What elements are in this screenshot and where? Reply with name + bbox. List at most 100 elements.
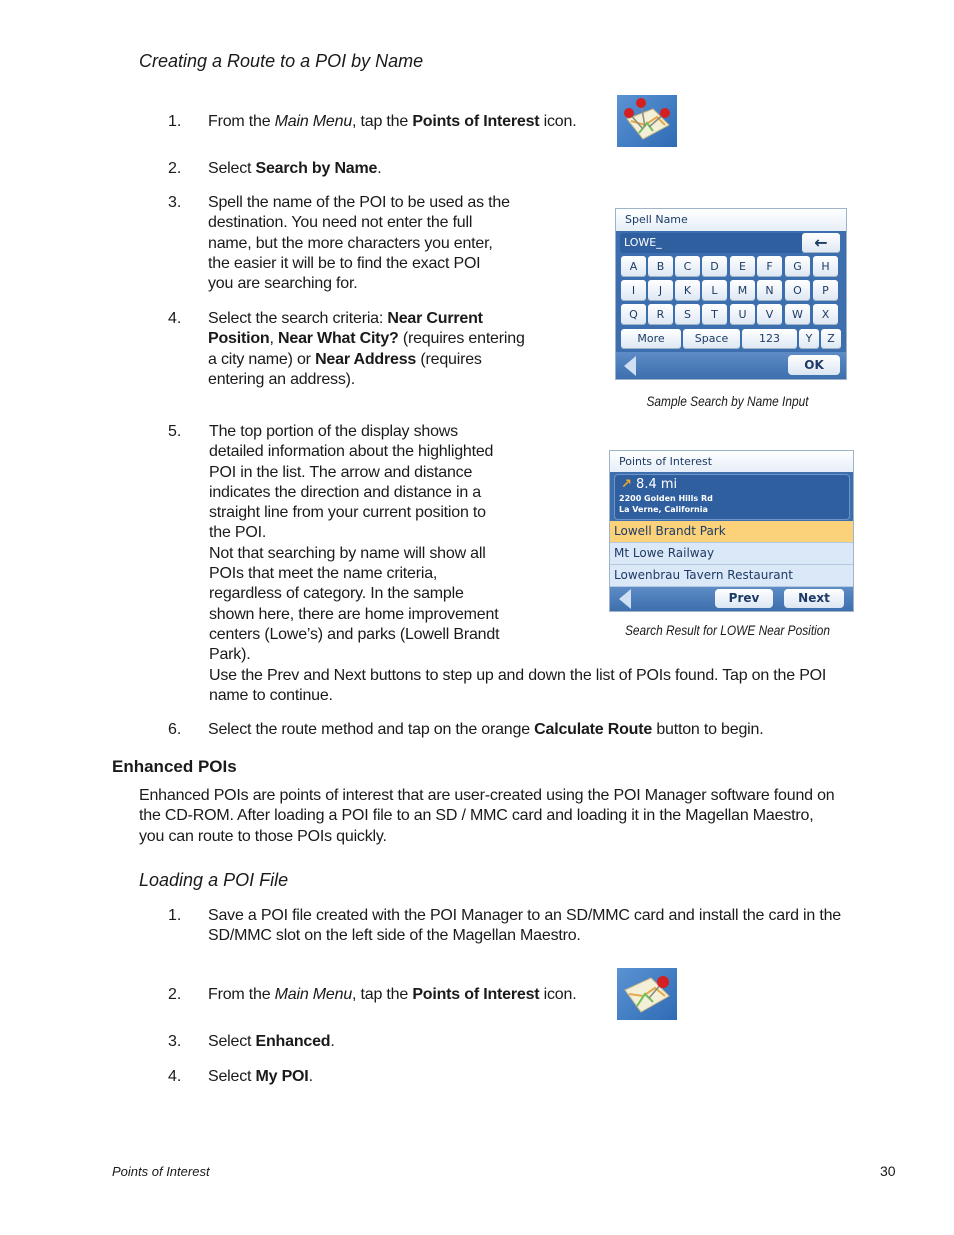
step-text: Save a POI file created with the POI Man… bbox=[208, 906, 908, 947]
text-line: Position, Near What City? (requires ente… bbox=[208, 329, 548, 349]
step-number: 2. bbox=[168, 160, 182, 177]
key-more[interactable]: More bbox=[621, 329, 681, 349]
key-f[interactable]: F bbox=[757, 256, 782, 277]
backspace-button[interactable]: ← bbox=[802, 233, 840, 253]
text-line: Use the Prev and Next buttons to step up… bbox=[209, 667, 827, 684]
back-arrow-icon[interactable] bbox=[624, 356, 636, 376]
step-text: Select the route method and tap on the o… bbox=[208, 720, 764, 740]
step-number: 5. bbox=[168, 423, 182, 440]
menu-item-name: Points of Interest bbox=[412, 113, 540, 130]
step-number: 2. bbox=[168, 986, 182, 1003]
key-space[interactable]: Space bbox=[683, 329, 740, 349]
section-heading-loading-poi-file: Loading a POI File bbox=[139, 870, 289, 890]
key-123[interactable]: 123 bbox=[742, 329, 797, 349]
step-text: Select Search by Name. bbox=[208, 159, 382, 179]
key-j[interactable]: J bbox=[648, 280, 673, 301]
text-line: straight line from your current position… bbox=[209, 504, 486, 522]
key-x[interactable]: X bbox=[813, 304, 838, 325]
address-line-1: 2200 Golden Hills Rd bbox=[619, 494, 713, 503]
key-c[interactable]: C bbox=[675, 256, 700, 277]
text: , bbox=[269, 330, 279, 348]
key-h[interactable]: H bbox=[813, 256, 838, 277]
section-paragraph: Enhanced POIs are points of interest tha… bbox=[139, 786, 899, 847]
text-line: you can route to those POIs quickly. bbox=[139, 827, 387, 845]
step-number: 4. bbox=[168, 1068, 182, 1085]
option-name: Search by Name bbox=[255, 160, 378, 177]
search-results-screen: Points of Interest ↗ 8.4 mi 2200 Golden … bbox=[609, 450, 854, 612]
step-text: Select the search criteria: Near Current… bbox=[208, 309, 548, 390]
key-y[interactable]: Y bbox=[799, 329, 819, 349]
key-o[interactable]: O bbox=[785, 280, 810, 301]
step-text: Select My POI. bbox=[208, 1067, 313, 1087]
key-k[interactable]: K bbox=[675, 280, 700, 301]
text: Select the route method and tap on the o… bbox=[208, 721, 535, 738]
text-line: detailed information about the highlight… bbox=[209, 443, 494, 461]
page-number: 30 bbox=[880, 1163, 896, 1179]
poi-detail-panel: ↗ 8.4 mi 2200 Golden Hills Rd La Verne, … bbox=[614, 474, 850, 520]
key-e[interactable]: E bbox=[730, 256, 755, 277]
key-g[interactable]: G bbox=[785, 256, 810, 277]
key-b[interactable]: B bbox=[648, 256, 673, 277]
key-a[interactable]: A bbox=[621, 256, 646, 277]
text: From the bbox=[208, 113, 275, 130]
step-number: 6. bbox=[168, 721, 182, 738]
direction-arrow-icon: ↗ bbox=[621, 477, 632, 492]
screen-title: Points of Interest bbox=[610, 451, 853, 472]
poi-list-item-selected[interactable]: Lowell Brandt Park bbox=[610, 521, 853, 543]
key-v[interactable]: V bbox=[757, 304, 782, 325]
next-button[interactable]: Next bbox=[784, 589, 844, 608]
text: Select the search criteria: bbox=[208, 310, 388, 327]
option-name: My POI bbox=[255, 1068, 309, 1085]
option-name: Near Address bbox=[315, 350, 417, 368]
key-d[interactable]: D bbox=[702, 256, 727, 277]
option-name: Position bbox=[208, 330, 270, 348]
key-m[interactable]: M bbox=[730, 280, 755, 301]
text-line: Save a POI file created with the POI Man… bbox=[208, 907, 841, 924]
key-n[interactable]: N bbox=[757, 280, 782, 301]
text-line: entering an address). bbox=[208, 370, 356, 388]
key-z[interactable]: Z bbox=[821, 329, 841, 349]
text-line: Enhanced POIs are points of interest tha… bbox=[139, 787, 835, 804]
key-i[interactable]: I bbox=[621, 280, 646, 301]
back-arrow-icon[interactable] bbox=[619, 589, 631, 609]
points-of-interest-icon bbox=[617, 95, 677, 147]
spell-name-screen: Spell Name LOWE_ ← ABCDEFGH IJKLMNOP QRSTU… bbox=[615, 208, 847, 380]
step-text: Spell the name of the POI to be used as … bbox=[208, 193, 548, 294]
menu-name: Main Menu bbox=[274, 986, 353, 1003]
text-line: you are searching for. bbox=[208, 275, 358, 293]
text: icon. bbox=[539, 113, 577, 130]
key-w[interactable]: W bbox=[785, 304, 810, 325]
text: Select bbox=[208, 1033, 256, 1050]
section-heading-enhanced-pois: Enhanced POIs bbox=[112, 757, 237, 776]
step-text: From the Main Menu, tap the Points of In… bbox=[208, 985, 577, 1005]
key-r[interactable]: R bbox=[648, 304, 673, 325]
prev-button[interactable]: Prev bbox=[715, 589, 773, 608]
text: Select bbox=[208, 160, 256, 177]
text-line: Park). bbox=[209, 646, 251, 664]
key-p[interactable]: P bbox=[813, 280, 838, 301]
text-line: The top portion of the display shows bbox=[209, 423, 458, 440]
text-line: indicates the direction and distance in … bbox=[209, 483, 481, 501]
key-q[interactable]: Q bbox=[621, 304, 646, 325]
name-input[interactable]: LOWE_ bbox=[620, 233, 804, 253]
text-line: the easier it will be to find the exact … bbox=[208, 254, 481, 272]
key-u[interactable]: U bbox=[730, 304, 755, 325]
poi-list-item[interactable]: Mt Lowe Railway bbox=[610, 543, 853, 565]
ok-button[interactable]: OK bbox=[788, 355, 840, 375]
key-s[interactable]: S bbox=[675, 304, 700, 325]
text-line: regardless of category. In the sample bbox=[209, 585, 464, 603]
text-line: SD/MMC slot on the left side of the Mage… bbox=[208, 927, 581, 945]
step-number: 1. bbox=[168, 907, 182, 924]
text: button to begin. bbox=[652, 721, 764, 738]
text: icon. bbox=[539, 986, 577, 1003]
text: (requires entering bbox=[398, 330, 525, 348]
step-number: 3. bbox=[168, 194, 182, 211]
key-t[interactable]: T bbox=[702, 304, 727, 325]
text-line: name to continue. bbox=[209, 687, 333, 705]
text-line: POIs that meet the name criteria, bbox=[209, 565, 438, 583]
poi-list-item[interactable]: Lowenbrau Tavern Restaurant bbox=[610, 565, 853, 587]
text-line: Not that searching by name will show all bbox=[209, 544, 486, 562]
step-number: 1. bbox=[168, 113, 182, 130]
key-l[interactable]: L bbox=[702, 280, 727, 301]
footer-section-name: Points of Interest bbox=[112, 1164, 210, 1179]
